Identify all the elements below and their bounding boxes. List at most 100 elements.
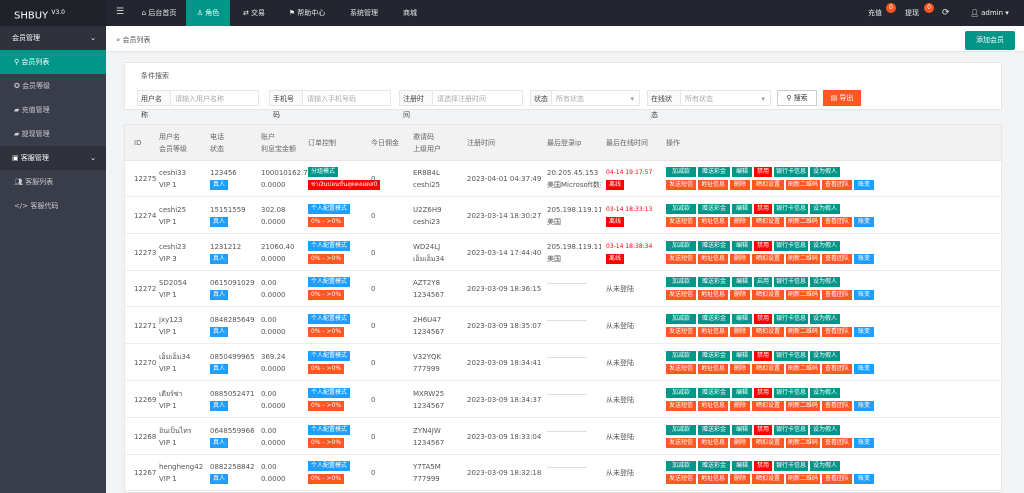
action2-button-1[interactable]: 地址信息 [698, 474, 728, 485]
action-button-5[interactable]: 设为假人 [810, 387, 840, 398]
action-button-5[interactable]: 设为假人 [810, 167, 840, 177]
action2-button-6[interactable]: 账变 [854, 327, 874, 338]
action2-button-5[interactable]: 查看团队 [822, 400, 852, 411]
action2-button-3[interactable]: 晒扣设置 [752, 364, 784, 374]
action2-button-5[interactable]: 查看团队 [822, 364, 852, 374]
action-button-2[interactable]: 编辑 [732, 461, 752, 472]
action-button-2[interactable]: 编辑 [732, 277, 752, 288]
action-button-3[interactable]: 禁用 [754, 424, 772, 435]
menu-toggle-icon[interactable]: ☰ [116, 7, 124, 17]
row-order-mode[interactable]: 个人配置模式 [308, 203, 351, 214]
action-button-2[interactable]: 编辑 [732, 424, 752, 435]
action2-button-0[interactable]: 发送短信 [666, 180, 696, 190]
action-button-4[interactable]: 银行卡信息 [774, 203, 808, 214]
action2-button-4[interactable]: 刷新二维码 [786, 474, 820, 485]
action-button-3[interactable]: 禁用 [754, 167, 772, 177]
sidebar-item-service-code[interactable]: </> 客服代码 [0, 194, 106, 218]
action-button-5[interactable]: 设为假人 [810, 277, 840, 288]
action-button-3[interactable]: 启用 [754, 277, 772, 288]
action2-button-6[interactable]: 账变 [854, 290, 874, 301]
action2-button-6[interactable]: 账变 [854, 364, 874, 374]
sidebar-item-withdraw[interactable]: ▰ 提现管理 [0, 122, 106, 146]
action2-button-3[interactable]: 晒扣设置 [752, 290, 784, 301]
action2-button-2[interactable]: 删除 [730, 364, 750, 374]
action-button-4[interactable]: 银行卡信息 [774, 351, 808, 361]
action-button-2[interactable]: 编辑 [732, 240, 752, 251]
action-button-4[interactable]: 银行卡信息 [774, 277, 808, 288]
action2-button-1[interactable]: 地址信息 [698, 180, 728, 190]
action-button-2[interactable]: 编辑 [732, 167, 752, 177]
action2-button-2[interactable]: 删除 [730, 400, 750, 411]
action2-button-2[interactable]: 删除 [730, 437, 750, 448]
refresh-icon[interactable]: ⟳ [942, 0, 950, 26]
action2-button-0[interactable]: 发送短信 [666, 437, 696, 448]
row-order-range[interactable]: ช่าเงินบ่อนขั้นสุดคลอดส0 [308, 180, 381, 190]
action2-button-0[interactable]: 发送短信 [666, 216, 696, 227]
action-button-0[interactable]: 加减款 [666, 424, 696, 435]
action2-button-6[interactable]: 账变 [854, 216, 874, 227]
action2-button-0[interactable]: 发送短信 [666, 364, 696, 374]
action-button-3[interactable]: 禁用 [754, 351, 772, 361]
action-button-1[interactable]: 赠送彩金 [698, 277, 730, 288]
row-order-mode[interactable]: 个人配置模式 [308, 314, 351, 325]
action2-button-3[interactable]: 晒扣设置 [752, 327, 784, 338]
action-button-5[interactable]: 设为假人 [810, 351, 840, 361]
action2-button-4[interactable]: 刷新二维码 [786, 216, 820, 227]
action2-button-6[interactable]: 账变 [854, 180, 874, 190]
action-button-5[interactable]: 设为假人 [810, 424, 840, 435]
sidebar-section-members[interactable]: 会员管理 ⌄ [0, 26, 106, 50]
action2-button-5[interactable]: 查看团队 [822, 216, 852, 227]
action2-button-1[interactable]: 地址信息 [698, 364, 728, 374]
action2-button-1[interactable]: 地址信息 [698, 216, 728, 227]
action2-button-0[interactable]: 发送短信 [666, 327, 696, 338]
action-button-5[interactable]: 设为假人 [810, 461, 840, 472]
action2-button-6[interactable]: 账变 [854, 253, 874, 264]
action2-button-5[interactable]: 查看团队 [822, 474, 852, 485]
action-button-2[interactable]: 编辑 [732, 203, 752, 214]
sidebar-item-service-list[interactable]: 👥︎ 客服列表 [0, 170, 106, 194]
row-order-range[interactable]: 0% - >0% [308, 400, 345, 411]
row-order-range[interactable]: 0% - >0% [308, 364, 345, 374]
action-button-3[interactable]: 禁用 [754, 314, 772, 325]
action2-button-5[interactable]: 查看团队 [822, 290, 852, 301]
action2-button-2[interactable]: 删除 [730, 216, 750, 227]
action-button-2[interactable]: 编辑 [732, 314, 752, 325]
action2-button-3[interactable]: 晒扣设置 [752, 216, 784, 227]
action-button-3[interactable]: 禁用 [754, 461, 772, 472]
action2-button-4[interactable]: 刷新二维码 [786, 364, 820, 374]
action2-button-3[interactable]: 晒扣设置 [752, 253, 784, 264]
action2-button-2[interactable]: 删除 [730, 290, 750, 301]
topnav-item-2[interactable]: ⇄ 交易 [232, 0, 276, 26]
action2-button-4[interactable]: 刷新二维码 [786, 290, 820, 301]
action2-button-0[interactable]: 发送短信 [666, 290, 696, 301]
action2-button-1[interactable]: 地址信息 [698, 437, 728, 448]
username-input[interactable]: 请输入用户名称 [171, 90, 259, 106]
topnav-item-4[interactable]: 系统管理 [340, 0, 388, 26]
action-button-0[interactable]: 加减款 [666, 387, 696, 398]
action2-button-5[interactable]: 查看团队 [822, 253, 852, 264]
action2-button-2[interactable]: 删除 [730, 327, 750, 338]
action2-button-4[interactable]: 刷新二维码 [786, 253, 820, 264]
action-button-0[interactable]: 加减款 [666, 314, 696, 325]
row-order-range[interactable]: 0% - >0% [308, 327, 345, 338]
action-button-4[interactable]: 银行卡信息 [774, 387, 808, 398]
action-button-4[interactable]: 银行卡信息 [774, 424, 808, 435]
action-button-1[interactable]: 赠送彩金 [698, 387, 730, 398]
row-order-range[interactable]: 0% - >0% [308, 290, 345, 301]
row-order-mode[interactable]: 个人配置模式 [308, 424, 351, 435]
action2-button-0[interactable]: 发送短信 [666, 400, 696, 411]
row-order-mode[interactable]: 个人配置模式 [308, 461, 351, 472]
action2-button-3[interactable]: 晒扣设置 [752, 180, 784, 190]
status-select[interactable]: 所有状态 [552, 90, 640, 107]
action-button-3[interactable]: 禁用 [754, 240, 772, 251]
action2-button-4[interactable]: 刷新二维码 [786, 437, 820, 448]
row-order-mode[interactable]: 个人配置模式 [308, 351, 351, 361]
regdate-input[interactable]: 请选择注册时间 [433, 90, 523, 106]
action2-button-1[interactable]: 地址信息 [698, 290, 728, 301]
action-button-1[interactable]: 赠送彩金 [698, 424, 730, 435]
topnav-item-5[interactable]: 商城 [393, 0, 427, 26]
add-member-button[interactable]: 添加会员 [965, 31, 1015, 50]
action2-button-2[interactable]: 删除 [730, 474, 750, 485]
sidebar-section-service[interactable]: ▣ 客服管理 ⌄ [0, 146, 106, 170]
topnav-item-3[interactable]: ⚑ 帮助中心 [280, 0, 334, 26]
